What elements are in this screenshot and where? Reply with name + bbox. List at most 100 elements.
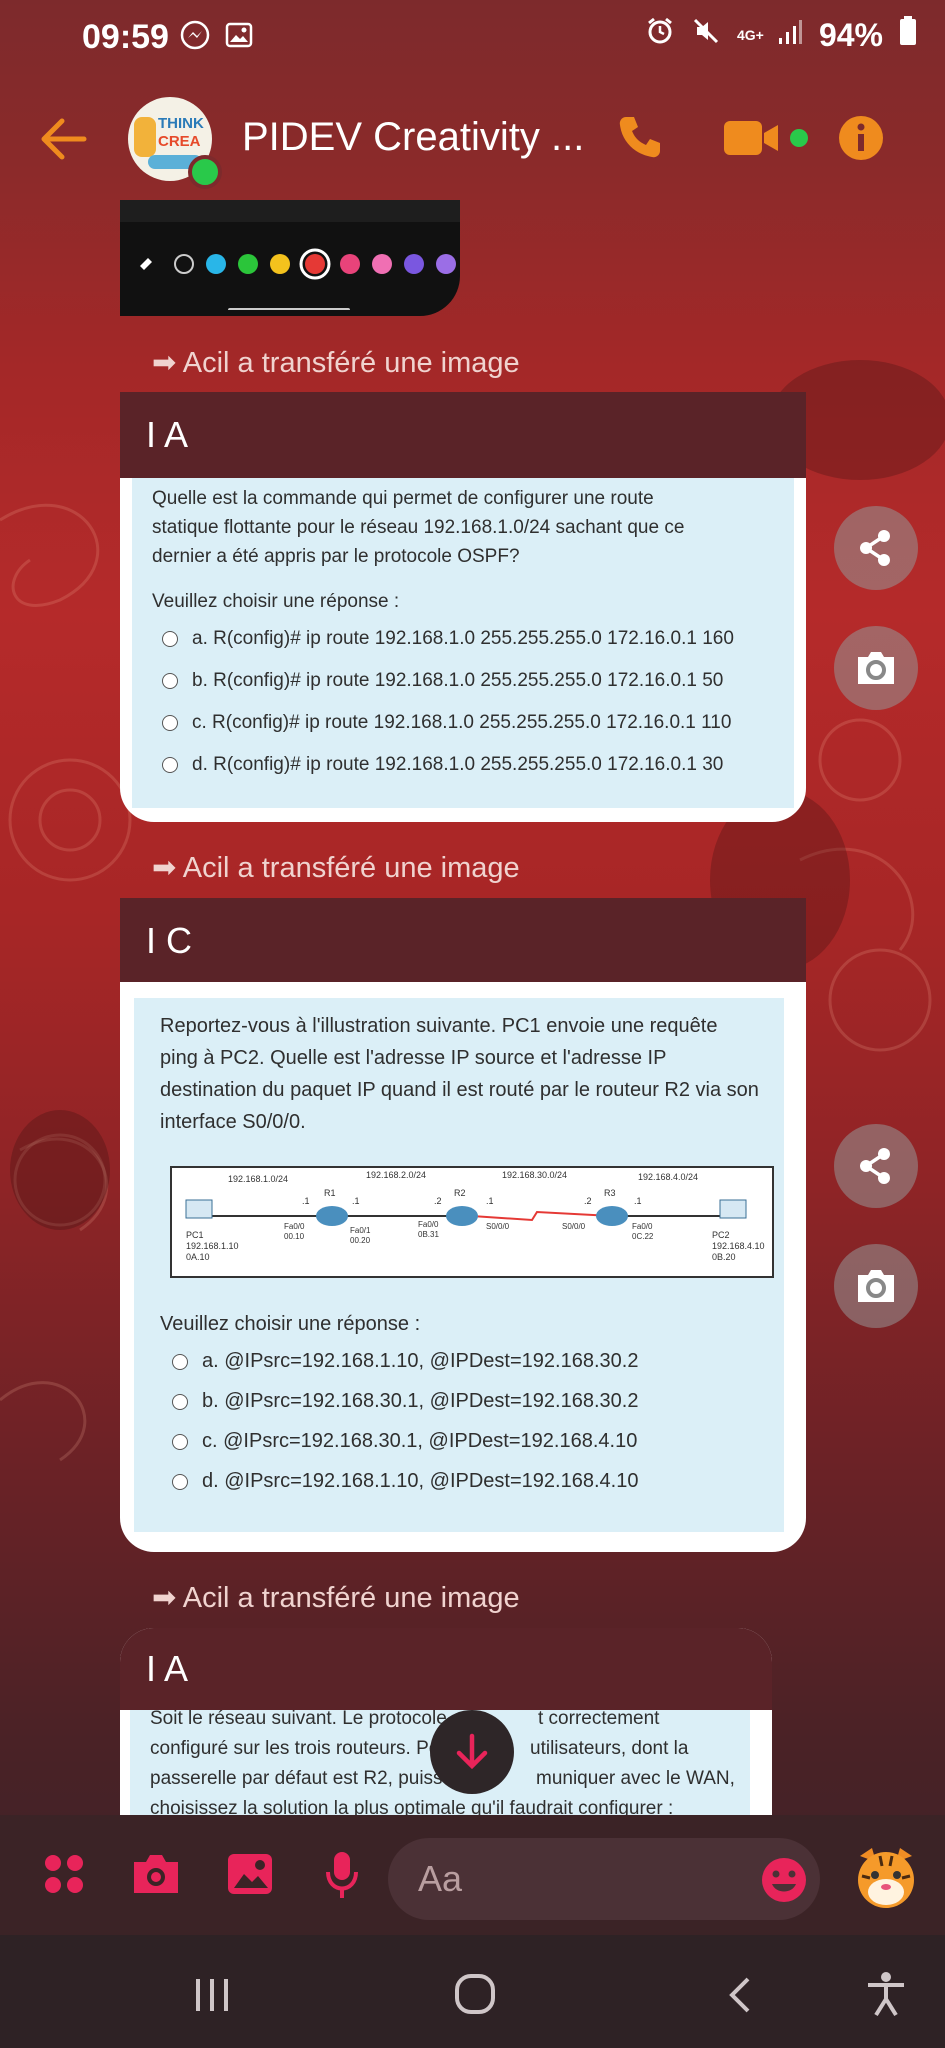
forward-text: Acil a transféré une image	[182, 347, 520, 379]
tiger-sticker-icon[interactable]	[850, 1842, 922, 1919]
diagram-label: Fa0/0 0B.31	[418, 1220, 439, 1239]
quiz-image-message-1[interactable]: I A Quelle est la commande qui permet de…	[120, 392, 806, 822]
quiz-option[interactable]: c. @IPsrc=192.168.30.1, @IPDest=192.168.…	[172, 1430, 637, 1453]
quiz-option[interactable]: a. @IPsrc=192.168.1.10, @IPDest=192.168.…	[172, 1350, 638, 1373]
radio-icon[interactable]	[172, 1393, 188, 1410]
forward-text: Acil a transféré une image	[182, 1582, 520, 1614]
share-button[interactable]	[834, 1124, 918, 1208]
forward-label: ➡ Acil a transféré une image	[152, 1580, 520, 1615]
phone-icon[interactable]	[616, 113, 664, 166]
gallery-icon	[224, 20, 254, 55]
forward-text: Acil a transféré une image	[182, 852, 520, 884]
quiz-image-header: I A	[120, 1628, 772, 1710]
quiz-content: Reportez-vous à l'illustration suivante.…	[134, 998, 784, 1532]
option-text: b. R(config)# ip route 192.168.1.0 255.2…	[192, 670, 724, 691]
video-call-icon[interactable]	[724, 121, 780, 160]
forward-label: ➡ Acil a transféré une image	[152, 850, 520, 885]
quiz-question: passerelle par défaut est R2, puisser	[150, 1768, 460, 1789]
signal-icon	[777, 17, 803, 54]
quiz-question: Reportez-vous à l'illustration suivante.…	[160, 1015, 759, 1133]
mute-icon	[691, 16, 721, 54]
recent-apps-icon[interactable]	[192, 1977, 232, 2018]
network-type: 4G+	[736, 27, 764, 43]
radio-icon[interactable]	[172, 1473, 188, 1490]
status-bar: 09:59 4G+ 94%	[0, 0, 945, 75]
share-button[interactable]	[834, 506, 918, 590]
quiz-option[interactable]: a. R(config)# ip route 192.168.1.0 255.2…	[162, 628, 734, 650]
diagram-label: .2	[434, 1196, 442, 1206]
camera-icon[interactable]	[130, 1852, 182, 1901]
diagram-label: .1	[634, 1196, 642, 1206]
forward-arrow-icon: ➡	[152, 347, 183, 379]
menu-dots-icon[interactable]	[42, 1852, 86, 1901]
radio-icon[interactable]	[162, 715, 178, 731]
forward-arrow-icon: ➡	[152, 1582, 183, 1614]
status-time: 09:59	[82, 18, 169, 56]
camera-button[interactable]	[834, 626, 918, 710]
radio-icon[interactable]	[162, 673, 178, 689]
forwarded-image-drawing[interactable]	[120, 200, 460, 316]
network-diagram: 192.168.1.0/24 192.168.2.0/24 192.168.30…	[170, 1166, 774, 1278]
option-text: b. @IPsrc=192.168.30.1, @IPDest=192.168.…	[202, 1390, 639, 1412]
messenger-icon	[180, 20, 210, 55]
system-nav-bar	[0, 1935, 945, 2048]
diagram-label: 192.168.1.0/24	[228, 1174, 289, 1184]
option-text: a. R(config)# ip route 192.168.1.0 255.2…	[192, 628, 734, 649]
quiz-image-header: I C	[120, 898, 806, 982]
quiz-option[interactable]: c. R(config)# ip route 192.168.1.0 255.2…	[162, 712, 731, 734]
quiz-question: muniquer avec le WAN,	[536, 1768, 735, 1789]
microphone-icon[interactable]	[324, 1850, 360, 1905]
image-icon[interactable]	[226, 1852, 274, 1901]
option-text: d. R(config)# ip route 192.168.1.0 255.2…	[192, 754, 724, 775]
chat-header: THINK CREA PIDEV Creativity ...	[0, 85, 945, 195]
diagram-label: .1	[302, 1196, 310, 1206]
share-icon	[860, 530, 890, 566]
back-icon[interactable]	[724, 1975, 754, 2020]
avatar-text: THINK	[158, 115, 204, 132]
message-input[interactable]: Aa	[388, 1838, 820, 1920]
quiz-header-text: I C	[146, 920, 193, 961]
quiz-header-text: I A	[146, 414, 189, 455]
diagram-label: 192.168.2.0/24	[366, 1170, 427, 1180]
diagram-label: S0/0/0	[562, 1222, 586, 1231]
quiz-question: utilisateurs, dont la	[530, 1738, 689, 1759]
quiz-option[interactable]: b. @IPsrc=192.168.30.1, @IPDest=192.168.…	[172, 1390, 638, 1413]
option-text: c. @IPsrc=192.168.30.1, @IPDest=192.168.…	[202, 1430, 638, 1452]
diagram-label: Fa0/1 00.20	[350, 1226, 371, 1245]
camera-button[interactable]	[834, 1244, 918, 1328]
message-input-placeholder: Aa	[418, 1858, 463, 1899]
diagram-label: R2	[454, 1188, 466, 1198]
diagram-label: S0/0/0	[486, 1222, 510, 1231]
camera-icon	[858, 1270, 894, 1302]
quiz-prompt: Veuillez choisir une réponse :	[160, 1313, 421, 1335]
avatar-text-2: CREA	[158, 133, 201, 150]
scroll-down-button[interactable]	[430, 1710, 514, 1794]
quiz-image-header: I A	[120, 392, 806, 478]
quiz-image-message-2[interactable]: I C Reportez-vous à l'illustration suiva…	[120, 898, 806, 1552]
alarm-icon	[645, 16, 675, 54]
quiz-option[interactable]: d. R(config)# ip route 192.168.1.0 255.2…	[162, 754, 723, 776]
radio-icon[interactable]	[162, 631, 178, 647]
diagram-label: PC1 192.168.1.10 0A.10	[186, 1230, 239, 1262]
home-icon[interactable]	[454, 1973, 496, 2020]
quiz-option[interactable]: b. R(config)# ip route 192.168.1.0 255.2…	[162, 670, 723, 692]
quiz-question: configuré sur les trois routeurs. Po	[150, 1738, 440, 1759]
radio-icon[interactable]	[172, 1433, 188, 1450]
camera-icon	[858, 652, 894, 684]
forward-label: ➡ Acil a transféré une image	[152, 345, 520, 380]
accessibility-icon[interactable]	[866, 1971, 906, 2022]
info-icon[interactable]	[838, 115, 884, 166]
chat-title[interactable]: PIDEV Creativity ...	[242, 115, 584, 160]
diagram-label: Fa0/0 00.10	[284, 1222, 305, 1241]
radio-icon[interactable]	[172, 1353, 188, 1370]
option-text: c. R(config)# ip route 192.168.1.0 255.2…	[192, 712, 732, 733]
forward-arrow-icon: ➡	[152, 852, 183, 884]
back-arrow-icon[interactable]	[40, 117, 88, 166]
online-indicator	[188, 155, 222, 189]
quiz-option[interactable]: d. @IPsrc=192.168.1.10, @IPDest=192.168.…	[172, 1470, 638, 1493]
battery-icon	[899, 16, 917, 54]
quiz-question: Quelle est la commande qui permet de con…	[152, 488, 685, 567]
emoji-icon[interactable]	[760, 1856, 808, 1913]
arrow-down-icon	[456, 1733, 488, 1770]
radio-icon[interactable]	[162, 757, 178, 773]
